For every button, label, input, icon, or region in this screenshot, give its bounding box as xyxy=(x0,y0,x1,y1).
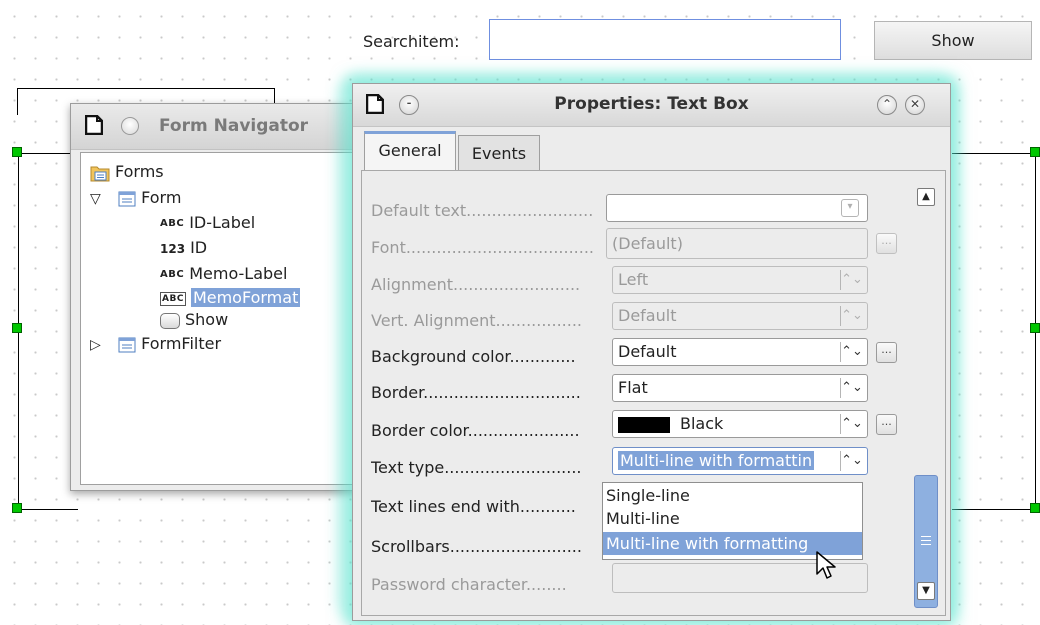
spin-arrows-icon[interactable]: ⌃⌄ xyxy=(840,378,863,398)
spin-arrows-icon[interactable]: ⌃⌄ xyxy=(840,414,863,434)
tree-item-id-label[interactable]: ABC ID-Label xyxy=(160,212,255,234)
properties-title: Properties: Text Box xyxy=(554,94,749,114)
tab-events[interactable]: Events xyxy=(458,135,540,171)
border-field[interactable]: Flat ⌃⌄ xyxy=(612,374,868,402)
spin-arrows-icon[interactable]: ⌃⌄ xyxy=(840,451,863,471)
scrollbars-label: Scrollbars.......................... xyxy=(371,537,582,556)
navigator-title: Form Navigator xyxy=(159,116,309,136)
resize-handle-mid-left[interactable] xyxy=(12,323,22,333)
tree-item-show[interactable]: Show xyxy=(160,309,228,331)
expand-triangle-icon[interactable]: ▷ xyxy=(90,334,108,356)
form-icon xyxy=(118,337,136,352)
tree-item-label: Memo-Label xyxy=(189,264,288,283)
vert-alignment-field[interactable]: Default ⌃⌄ xyxy=(612,302,868,330)
tree-item-formfilter[interactable]: ▷ FormFilter xyxy=(90,333,221,355)
dropdown-option-multi-line[interactable]: Multi-line xyxy=(603,507,862,530)
background-color-label: Background color............. xyxy=(371,347,576,366)
tree-item-label: Show xyxy=(185,310,229,329)
search-input[interactable] xyxy=(489,19,841,60)
tree-item-label: ID-Label xyxy=(189,213,256,232)
field-value: Flat xyxy=(618,378,648,397)
control-frame-bottom-left xyxy=(18,509,78,510)
tree-item-label: FormFilter xyxy=(141,334,222,353)
default-text-field[interactable]: ▾ xyxy=(606,194,868,222)
field-value: Black xyxy=(680,414,724,433)
form-icon xyxy=(118,191,136,206)
window-menu-button[interactable] xyxy=(121,117,139,135)
text-type-field[interactable]: Multi-line with formattin ⌃⌄ xyxy=(612,447,868,475)
tree-item-label: MemoFormat xyxy=(190,288,301,307)
spin-arrows-icon[interactable]: ⌃⌄ xyxy=(840,306,863,326)
tree-item-form[interactable]: ▽ Form xyxy=(90,187,181,209)
font-dialog-button[interactable]: ... xyxy=(876,233,897,254)
properties-dialog: ⁃ Properties: Text Box ⌃ ✕ General Event… xyxy=(352,83,951,621)
password-character-label: Password character........ xyxy=(371,575,567,594)
roll-up-icon[interactable]: ⌃ xyxy=(877,95,897,115)
control-frame-top-right xyxy=(952,153,1036,154)
resize-handle-mid-right[interactable] xyxy=(1030,323,1040,333)
forms-folder-icon xyxy=(90,166,110,181)
scroll-down-arrow-icon[interactable]: ▼ xyxy=(917,582,935,600)
tree-item-label: Forms xyxy=(115,162,164,181)
scroll-up-arrow-icon[interactable]: ▲ xyxy=(917,188,935,206)
field-value: Default xyxy=(618,342,677,361)
tree-item-label: Form xyxy=(141,188,182,207)
navigator-titlebar[interactable]: Form Navigator xyxy=(71,104,369,150)
tree-item-memoformat[interactable]: ABC MemoFormat xyxy=(160,287,301,309)
text-type-label: Text type........................... xyxy=(371,458,582,477)
alignment-label: Alignment......................... xyxy=(371,275,581,294)
field-value: Multi-line with formattin xyxy=(618,451,815,470)
background-color-dialog-button[interactable]: ... xyxy=(876,342,897,363)
tree-item-id[interactable]: 123 ID xyxy=(160,237,207,259)
font-label: Font....................................… xyxy=(371,238,595,257)
control-frame-bottom-right xyxy=(952,509,1036,510)
collapse-triangle-icon[interactable]: ▽ xyxy=(90,188,108,210)
color-swatch xyxy=(618,416,670,433)
text-box-icon: ABC xyxy=(160,291,186,306)
field-value: Default xyxy=(618,306,677,325)
tab-general[interactable]: General xyxy=(364,131,456,171)
vert-alignment-label: Vert. Alignment................. xyxy=(371,311,583,330)
numeric-field-icon: 123 xyxy=(160,241,186,256)
font-field[interactable]: (Default) xyxy=(606,228,868,259)
button-icon xyxy=(160,312,180,329)
text-lines-end-label: Text lines end with........... xyxy=(371,497,576,516)
dropdown-arrow-icon[interactable]: ▾ xyxy=(841,199,859,217)
dropdown-option-single-line[interactable]: Single-line xyxy=(603,484,862,507)
tree-item-forms[interactable]: Forms xyxy=(90,161,164,183)
label-field-icon: ABC xyxy=(160,217,185,229)
mouse-pointer-icon xyxy=(816,551,836,579)
show-button[interactable]: Show xyxy=(874,21,1032,60)
tree-item-memo-label[interactable]: ABC Memo-Label xyxy=(160,263,287,285)
properties-titlebar[interactable]: ⁃ Properties: Text Box ⌃ ✕ xyxy=(353,84,950,127)
resize-handle-top-right[interactable] xyxy=(1030,147,1040,157)
resize-handle-bottom-right[interactable] xyxy=(1030,503,1040,513)
spin-arrows-icon[interactable]: ⌃⌄ xyxy=(840,342,863,362)
border-color-field[interactable]: Black ⌃⌄ xyxy=(612,410,868,438)
spin-arrows-icon[interactable]: ⌃⌄ xyxy=(840,270,863,290)
border-color-label: Border color...................... xyxy=(371,421,580,440)
tree-item-label: ID xyxy=(190,238,208,257)
resize-handle-bottom-left[interactable] xyxy=(12,503,22,513)
label-field-icon: ABC xyxy=(160,268,185,280)
background-color-field[interactable]: Default ⌃⌄ xyxy=(612,338,868,366)
close-icon[interactable]: ✕ xyxy=(905,95,925,115)
resize-handle-top-left[interactable] xyxy=(12,147,22,157)
field-value: Left xyxy=(618,270,649,289)
text-type-dropdown-list[interactable]: Single-line Multi-line Multi-line with f… xyxy=(602,482,863,560)
alignment-field[interactable]: Left ⌃⌄ xyxy=(612,266,868,294)
document-app-icon xyxy=(85,115,103,135)
border-color-dialog-button[interactable]: ... xyxy=(876,414,897,435)
border-label: Border............................... xyxy=(371,383,581,402)
default-text-label: Default text......................... xyxy=(371,201,594,220)
form-navigator-window: Form Navigator Forms ▽ Form ABC ID-Label xyxy=(70,103,370,491)
navigator-tree[interactable]: Forms ▽ Form ABC ID-Label 123 ID ABC Memo-L… xyxy=(80,152,370,485)
searchitem-label: Searchitem: xyxy=(363,32,460,51)
control-frame-top-left xyxy=(18,153,78,154)
